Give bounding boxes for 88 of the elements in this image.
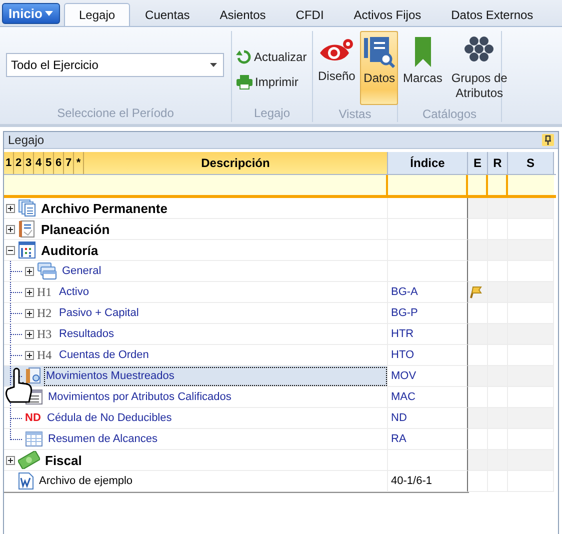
level-column-header[interactable]: 1 [4, 152, 14, 174]
document-search-icon [25, 367, 41, 385]
expand-toggle[interactable] [25, 266, 34, 276]
filter-cell[interactable] [388, 175, 468, 195]
expand-toggle[interactable] [25, 288, 34, 296]
ribbon-button[interactable]: Marcas [400, 31, 446, 105]
notebook-search-icon [363, 36, 396, 68]
refresh-icon [236, 48, 252, 64]
tree-item[interactable]: Cédula de No Deducibles [45, 412, 174, 424]
column-header[interactable]: E [468, 152, 488, 174]
tree-item[interactable]: Cuentas de Orden [57, 349, 151, 361]
table-icon [25, 431, 43, 447]
stacked-cards-icon [37, 262, 57, 280]
ribbon-button[interactable]: Grupos de Atributos [447, 31, 512, 105]
tree-item[interactable]: Resumen de Alcances [46, 433, 160, 445]
expand-toggle[interactable] [6, 224, 15, 234]
printer-icon [236, 74, 253, 90]
tree-item[interactable]: Movimientos Muestreados [44, 366, 387, 386]
expand-toggle[interactable] [25, 308, 34, 318]
ribbon-tab[interactable]: CFDI [280, 3, 339, 26]
ribbon-tab[interactable]: Legajo [64, 3, 130, 26]
ribbon-button[interactable]: Imprimir [234, 70, 309, 93]
tree-item[interactable]: Archivo de ejemplo [37, 475, 135, 487]
table-cell: RA [388, 429, 468, 450]
notepad-icon [18, 220, 36, 238]
filter-cell[interactable] [468, 175, 488, 195]
ribbon-tab[interactable]: Cuentas [130, 3, 205, 26]
ribbon-button[interactable]: Datos [360, 31, 398, 105]
item-code: H3 [37, 326, 53, 342]
item-code: ND [25, 412, 42, 424]
tree-item[interactable]: Planeación [39, 222, 112, 236]
pin-icon[interactable] [542, 134, 554, 146]
column-header[interactable]: S [508, 152, 554, 174]
tree-item[interactable]: Fiscal [43, 452, 84, 468]
table-cell: MAC [388, 387, 468, 408]
pages-icon [18, 199, 36, 217]
group-caption: Vistas [338, 106, 372, 123]
group-caption: Legajo [252, 105, 292, 122]
money-icon [18, 451, 40, 469]
item-code: H4 [37, 348, 53, 362]
dropdown-arrow-icon [210, 63, 217, 67]
ribbon-tab[interactable]: Datos Externos [436, 3, 548, 26]
table-cell: BG-P [388, 303, 468, 324]
level-column-header[interactable]: 7 [64, 152, 74, 174]
ribbon-tab[interactable]: Asientos [204, 3, 281, 26]
group-caption: Catálogos [421, 106, 478, 123]
group-caption: Seleccione el Período [56, 105, 175, 122]
expand-toggle[interactable] [6, 204, 15, 212]
tree-item[interactable]: Resultados [57, 328, 116, 340]
ribbon-tab[interactable]: Activos Fijos [338, 3, 436, 26]
level-column-header[interactable]: 4 [34, 152, 44, 174]
expand-toggle[interactable] [25, 330, 34, 338]
level-column-header[interactable]: * [74, 152, 84, 174]
expand-toggle[interactable] [25, 350, 34, 360]
filter-cell[interactable] [488, 175, 508, 195]
column-header[interactable]: Descripción [84, 156, 387, 170]
ribbon-button[interactable]: Actualizar [234, 45, 309, 68]
caret-icon [45, 10, 54, 16]
tree-item[interactable]: Activo [57, 286, 91, 298]
flag-icon [468, 285, 482, 299]
level-column-header[interactable]: 6 [54, 152, 64, 174]
tree-item[interactable]: General [60, 265, 104, 277]
expand-toggle[interactable] [6, 456, 15, 464]
period-dropdown[interactable]: Todo el Ejercicio [6, 53, 224, 77]
word-document-icon [18, 472, 34, 490]
level-column-header[interactable]: 2 [14, 152, 24, 174]
table-cell: HTO [388, 345, 468, 366]
spreadsheet-icon [18, 241, 36, 259]
tree-item[interactable]: Auditoría [39, 242, 100, 258]
expand-toggle[interactable] [6, 246, 15, 254]
filter-cell[interactable] [508, 175, 554, 195]
tree-item[interactable]: Archivo Permanente [39, 200, 170, 216]
table-cell [508, 198, 554, 219]
bookmark-icon [412, 36, 433, 68]
item-code: H2 [37, 306, 53, 320]
panel-title: Legajo [8, 133, 44, 147]
app-menu-button[interactable]: Inicio [2, 2, 60, 24]
table-cell: 40-1/6-1 [388, 471, 468, 492]
table-cell [488, 198, 508, 219]
column-header[interactable]: R [488, 152, 508, 174]
tree-item[interactable]: Pasivo + Capital [57, 307, 141, 319]
item-code: H1 [37, 284, 53, 300]
level-column-header[interactable]: 3 [24, 152, 34, 174]
column-header[interactable]: Índice [388, 152, 468, 174]
filter-cell[interactable] [4, 175, 388, 195]
ribbon-button[interactable]: Diseño [315, 31, 358, 105]
tree-item[interactable]: Movimientos por Atributos Calificados [46, 391, 234, 403]
level-column-header[interactable]: 5 [44, 152, 54, 174]
